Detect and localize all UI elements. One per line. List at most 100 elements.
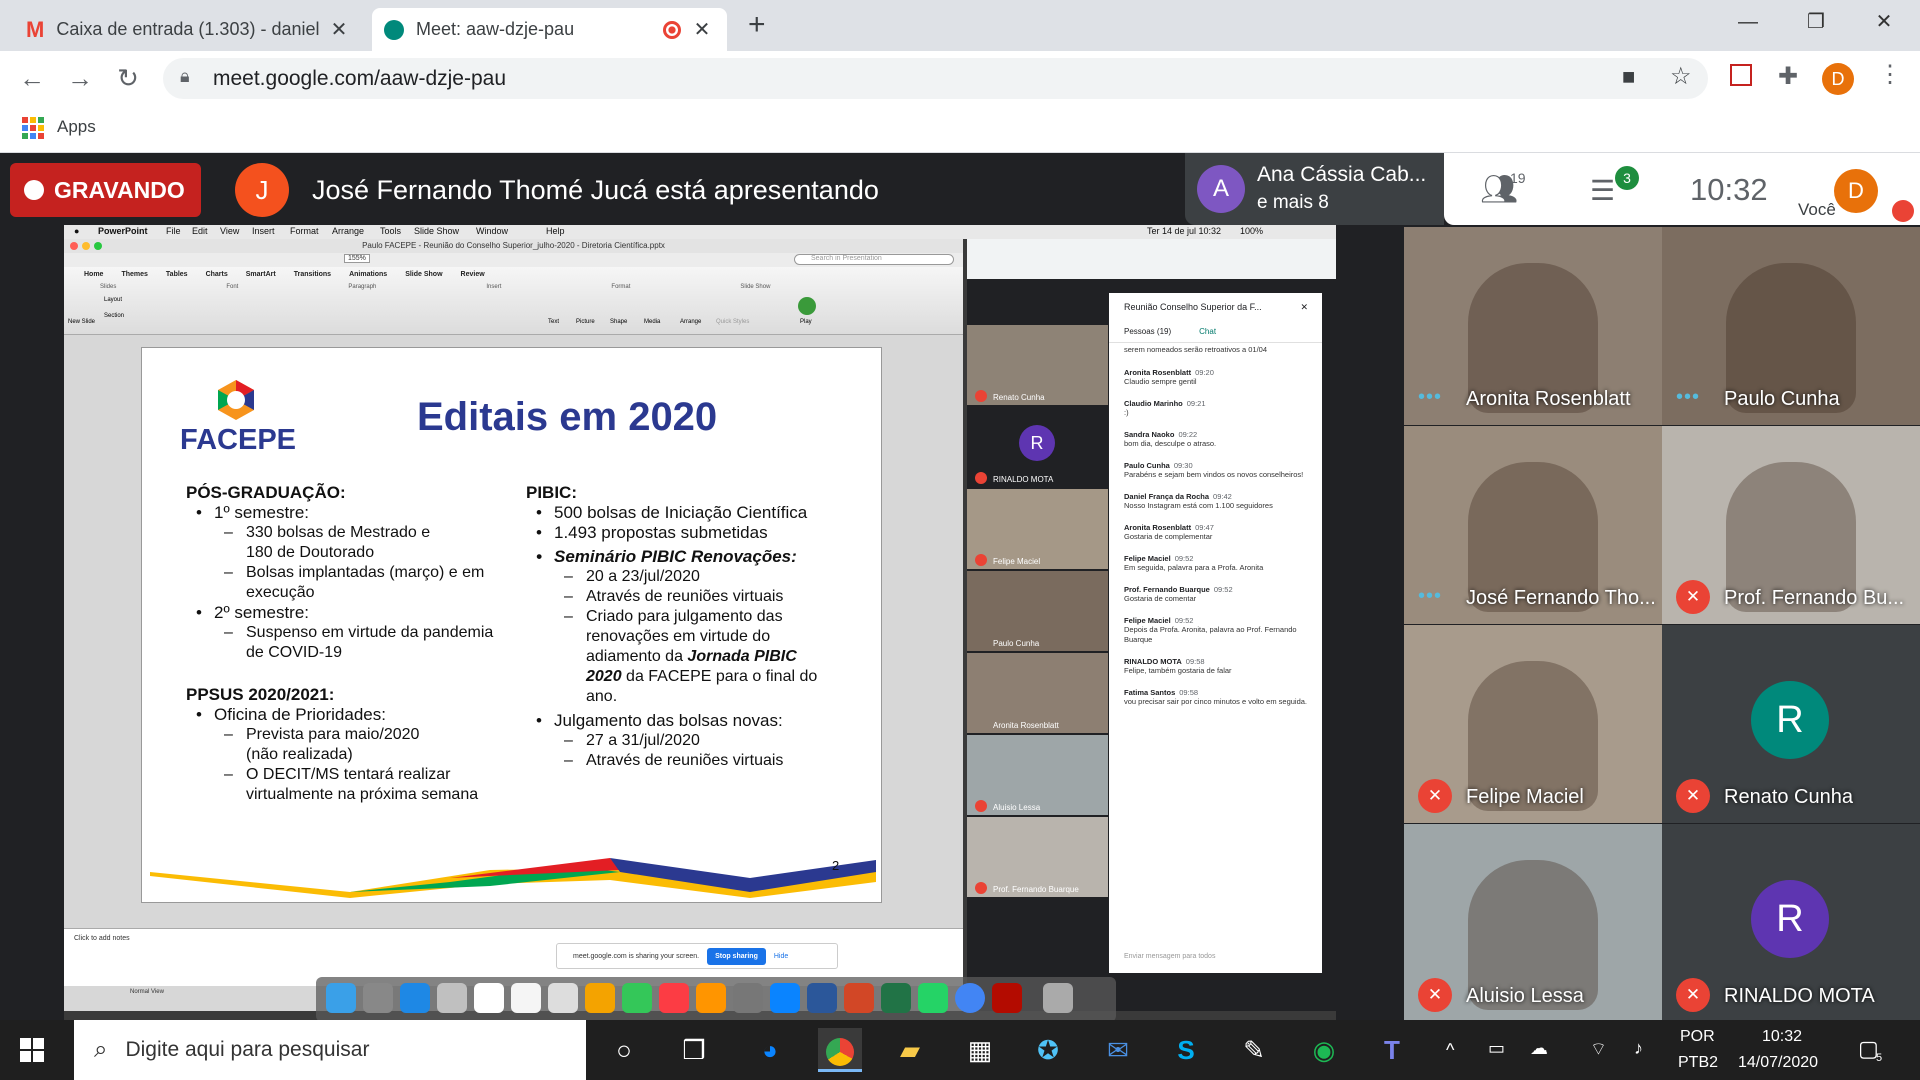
hide-share-bar-button[interactable]: Hide — [774, 953, 788, 960]
volume-icon[interactable]: ♪ — [1634, 1038, 1643, 1059]
menu-edit[interactable]: Edit — [192, 226, 208, 236]
calendar-icon[interactable] — [474, 983, 504, 1013]
apps-grid-icon[interactable] — [22, 117, 44, 139]
taskbar-date[interactable]: 14/07/2020 — [1738, 1054, 1818, 1072]
people-tab[interactable]: Pessoas (19) — [1124, 327, 1171, 336]
whatsapp-icon[interactable] — [918, 983, 948, 1013]
mini-tile-paulo[interactable]: Paulo Cunha — [967, 571, 1108, 651]
task-view-icon[interactable]: ❒ — [672, 1028, 716, 1072]
close-chat-icon[interactable]: ✕ — [1300, 302, 1308, 313]
slide-canvas[interactable]: FACEPE Editais em 2020 PÓS-GRADUAÇÃO: 1º… — [141, 347, 882, 903]
puzzle-icon[interactable]: ✚ — [1778, 62, 1798, 91]
launchpad-icon[interactable] — [363, 983, 393, 1013]
stop-sharing-button[interactable]: Stop sharing — [707, 947, 766, 965]
photos-icon[interactable] — [585, 983, 615, 1013]
keyboard-indicator[interactable]: PTB2 — [1678, 1054, 1718, 1072]
taskbar-search[interactable]: ⌕ Digite aqui para pesquisar — [74, 1020, 586, 1080]
apps-bookmark[interactable]: Apps — [57, 117, 96, 137]
mac-minimize-icon[interactable] — [82, 242, 90, 250]
video-tile[interactable]: ✕ Prof. Fernando Bu... — [1662, 426, 1920, 624]
tab-gmail[interactable]: M Caixa de entrada (1.303) - daniel ✕ — [14, 8, 364, 51]
url-text[interactable]: meet.google.com/aaw-dzje-pau — [213, 67, 506, 91]
mini-tile-rinaldo[interactable]: R RINALDO MOTA — [967, 407, 1108, 487]
acrobat-icon[interactable] — [992, 983, 1022, 1013]
new-tab-button[interactable]: + — [748, 8, 766, 42]
wifi-icon[interactable]: ⌔ — [1590, 1038, 1607, 1061]
chat-input[interactable]: Enviar mensagem para todos — [1124, 953, 1215, 960]
zoom-field[interactable]: 155% — [344, 254, 370, 263]
menu-icon[interactable]: ⋮ — [1878, 60, 1902, 89]
menu-insert[interactable]: Insert — [252, 226, 275, 236]
windows-start-icon[interactable] — [20, 1038, 44, 1062]
tab-meet[interactable]: Meet: aaw-dzje-pau ✕ — [372, 8, 727, 51]
video-tile[interactable]: R ✕ Renato Cunha — [1662, 625, 1920, 823]
word-icon[interactable] — [807, 983, 837, 1013]
video-tile[interactable]: ••• Paulo Cunha — [1662, 227, 1920, 425]
menu-arrange[interactable]: Arrange — [332, 226, 364, 236]
mini-tile-felipe[interactable]: Felipe Maciel — [967, 489, 1108, 569]
ribbon-tab-review[interactable]: Review — [461, 271, 485, 278]
mini-tile-aronita[interactable]: Aronita Rosenblatt — [967, 653, 1108, 733]
video-tile[interactable]: ✕ Felipe Maciel — [1404, 625, 1662, 823]
ppt-search-input[interactable]: Search in Presentation — [794, 254, 954, 265]
taskbar-clock[interactable]: 10:32 — [1762, 1028, 1802, 1046]
camera-icon[interactable]: ■ — [1622, 64, 1635, 90]
quick-styles-button[interactable]: Quick Styles — [716, 319, 749, 325]
store-icon[interactable]: ▦ — [958, 1028, 1002, 1072]
menu-powerpoint[interactable]: PowerPoint — [98, 226, 148, 236]
mini-tile-aluisio[interactable]: Aluisio Lessa — [967, 735, 1108, 815]
ribbon-tab-animations[interactable]: Animations — [349, 271, 387, 278]
play-button[interactable]: Play — [800, 319, 812, 325]
mini-tile-renato[interactable]: Renato Cunha — [967, 325, 1108, 405]
close-tab-icon[interactable]: ✕ — [689, 17, 715, 42]
restore-button[interactable]: ❐ — [1786, 0, 1846, 44]
finder-icon[interactable] — [326, 983, 356, 1013]
reload-button[interactable]: ↻ — [110, 60, 146, 96]
ribbon-tab-themes[interactable]: Themes — [121, 271, 147, 278]
ribbon-tab-charts[interactable]: Charts — [206, 271, 228, 278]
video-tile[interactable]: ••• Aronita Rosenblatt — [1404, 227, 1662, 425]
menu-view[interactable]: View — [220, 226, 239, 236]
media-button[interactable]: Media — [644, 319, 660, 325]
battery-icon[interactable]: ▭ — [1488, 1038, 1505, 1059]
trash-icon[interactable] — [1043, 983, 1073, 1013]
ribbon-tab-slideshow[interactable]: Slide Show — [405, 271, 442, 278]
minimize-button[interactable]: — — [1718, 0, 1778, 44]
profile-avatar[interactable]: D — [1822, 63, 1854, 95]
safari-icon[interactable] — [400, 983, 430, 1013]
file-explorer-icon[interactable]: ▰ — [888, 1028, 932, 1072]
excel-icon[interactable] — [881, 983, 911, 1013]
language-indicator[interactable]: POR — [1680, 1028, 1715, 1046]
menu-tools[interactable]: Tools — [380, 226, 401, 236]
chat-tab[interactable]: Chat — [1199, 327, 1216, 336]
lock-icon[interactable]: 🔒︎ — [180, 66, 190, 87]
skype-icon[interactable]: S — [1164, 1028, 1208, 1072]
menu-window[interactable]: Window — [476, 226, 508, 236]
layout-button[interactable]: Layout — [104, 297, 122, 303]
powerpoint-icon[interactable] — [844, 983, 874, 1013]
section-button[interactable]: Section — [104, 313, 124, 319]
chrome-taskbar-icon[interactable] — [818, 1028, 862, 1072]
back-button[interactable]: ← — [14, 60, 50, 96]
books-icon[interactable] — [696, 983, 726, 1013]
menu-file[interactable]: File — [166, 226, 181, 236]
text-button[interactable]: Text — [548, 319, 559, 325]
chat-icon[interactable]: ☰ — [1590, 174, 1615, 207]
mini-tile-fernando[interactable]: Prof. Fernando Buarque — [967, 817, 1108, 897]
self-avatar[interactable]: D — [1834, 169, 1878, 213]
mac-close-icon[interactable] — [70, 242, 78, 250]
preview-icon[interactable] — [548, 983, 578, 1013]
ribbon-tab-tables[interactable]: Tables — [166, 271, 188, 278]
ribbon-tab-transitions[interactable]: Transitions — [294, 271, 331, 278]
extension-icon[interactable] — [1730, 64, 1752, 86]
close-tab-icon[interactable]: ✕ — [326, 17, 352, 42]
mac-zoom-icon[interactable] — [94, 242, 102, 250]
onedrive-icon[interactable]: ☁ — [1530, 1038, 1548, 1059]
ribbon-tab-home[interactable]: Home — [84, 271, 103, 278]
video-tile[interactable]: ✕ Aluisio Lessa — [1404, 824, 1662, 1022]
video-tile[interactable]: ••• José Fernando Tho... — [1404, 426, 1662, 624]
menu-format[interactable]: Format — [290, 226, 319, 236]
tray-chevron-icon[interactable]: ^ — [1446, 1040, 1454, 1061]
menu-slideshow[interactable]: Slide Show — [414, 226, 459, 236]
app-icon[interactable]: ✪ — [1026, 1028, 1070, 1072]
